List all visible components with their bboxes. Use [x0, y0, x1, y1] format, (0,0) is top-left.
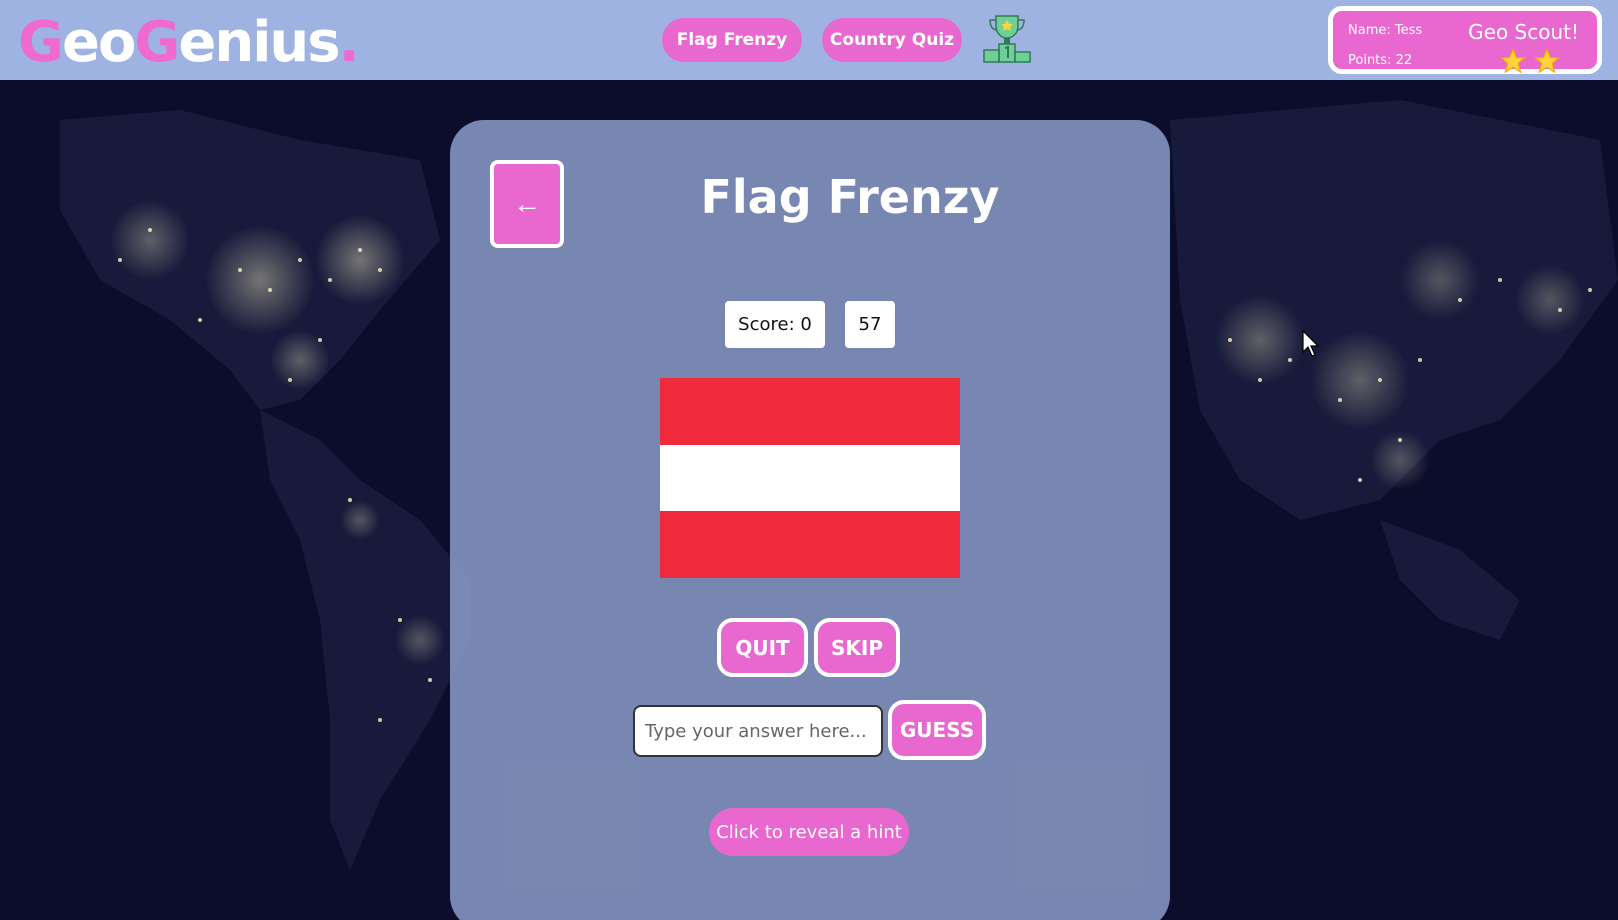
rank-stars [1499, 47, 1561, 75]
flag-stripe-bottom [660, 511, 960, 579]
star-icon [1499, 47, 1527, 74]
profile-name: Name: Tess [1348, 23, 1423, 38]
answer-input[interactable] [633, 705, 883, 757]
logo-text-enius: enius [178, 10, 340, 75]
profile-points: Points: 22 [1348, 53, 1413, 68]
nav-country-quiz-button[interactable]: Country Quiz [822, 18, 962, 62]
timer-display: 57 [845, 301, 895, 348]
geogenius-logo[interactable]: GeoGenius. [18, 10, 360, 76]
logo-letter-g2: G [134, 10, 180, 75]
reveal-hint-button[interactable]: Click to reveal a hint [709, 808, 909, 856]
top-navbar: GeoGenius. Flag Frenzy Country Quiz Name… [0, 0, 1618, 80]
flag-stripe-middle [660, 444, 960, 512]
skip-button[interactable]: SKIP [814, 618, 900, 677]
mouse-cursor-icon [1302, 330, 1320, 357]
logo-letter-g1: G [18, 10, 64, 75]
page-title: Flag Frenzy [700, 170, 1000, 224]
nav-flag-frenzy-button[interactable]: Flag Frenzy [662, 18, 802, 62]
back-button[interactable]: ← [490, 160, 564, 248]
logo-dot: . [338, 10, 360, 75]
game-panel: ← Flag Frenzy Score: 0 57 QUIT SKIP GUES… [450, 120, 1170, 920]
flag-stripe-top [660, 378, 960, 445]
quit-button[interactable]: QUIT [717, 618, 808, 677]
user-profile-card[interactable]: Name: Tess Points: 22 Geo Scout! [1328, 6, 1602, 74]
profile-rank: Geo Scout! [1468, 20, 1579, 44]
guess-button[interactable]: GUESS [888, 700, 986, 760]
logo-text-eo: eo [61, 10, 136, 75]
score-display: Score: 0 [725, 301, 825, 348]
trophy-podium-icon[interactable] [982, 12, 1032, 64]
flag-image [660, 378, 960, 579]
star-icon [1533, 47, 1561, 74]
